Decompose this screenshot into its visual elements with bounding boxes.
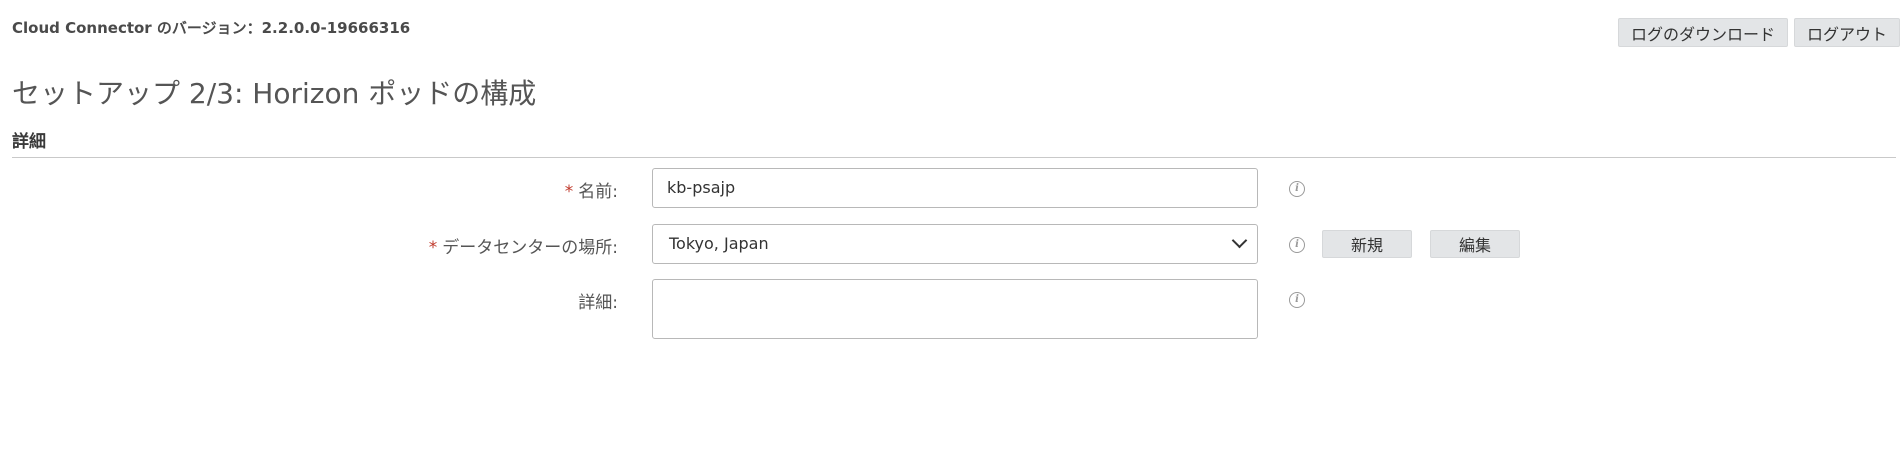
logout-button[interactable]: ログアウト: [1793, 18, 1900, 47]
name-label: * 名前:: [565, 177, 618, 202]
name-input[interactable]: kb-psajp: [652, 168, 1258, 208]
edit-datacenter-button[interactable]: 編集: [1430, 230, 1520, 258]
description-label: 詳細:: [578, 293, 618, 313]
required-marker: *: [428, 238, 438, 258]
datacenter-info-icon[interactable]: i: [1289, 237, 1305, 253]
section-title: 詳細: [12, 132, 46, 152]
datacenter-label: * データセンターの場所:: [429, 233, 618, 258]
new-datacenter-button[interactable]: 新規: [1322, 230, 1412, 258]
description-textarea[interactable]: [652, 279, 1258, 339]
section-divider: [12, 157, 1896, 158]
description-info-icon[interactable]: i: [1289, 292, 1305, 308]
page-title: セットアップ 2/3: Horizon ポッドの構成: [12, 77, 537, 110]
version-info: Cloud Connector のバージョン：2.2.0.0-19666316: [12, 19, 411, 37]
header-actions: ログのダウンロード ログアウト: [1617, 18, 1900, 47]
download-logs-button[interactable]: ログのダウンロード: [1617, 18, 1788, 47]
datacenter-select[interactable]: Tokyo, Japan: [652, 224, 1258, 264]
datacenter-selected-value: Tokyo, Japan: [669, 234, 769, 253]
name-label-text: 名前:: [578, 182, 618, 202]
datacenter-label-text: データセンターの場所:: [442, 238, 618, 258]
name-info-icon[interactable]: i: [1289, 181, 1305, 197]
chevron-down-icon: [1231, 232, 1248, 249]
required-marker: *: [564, 182, 574, 202]
